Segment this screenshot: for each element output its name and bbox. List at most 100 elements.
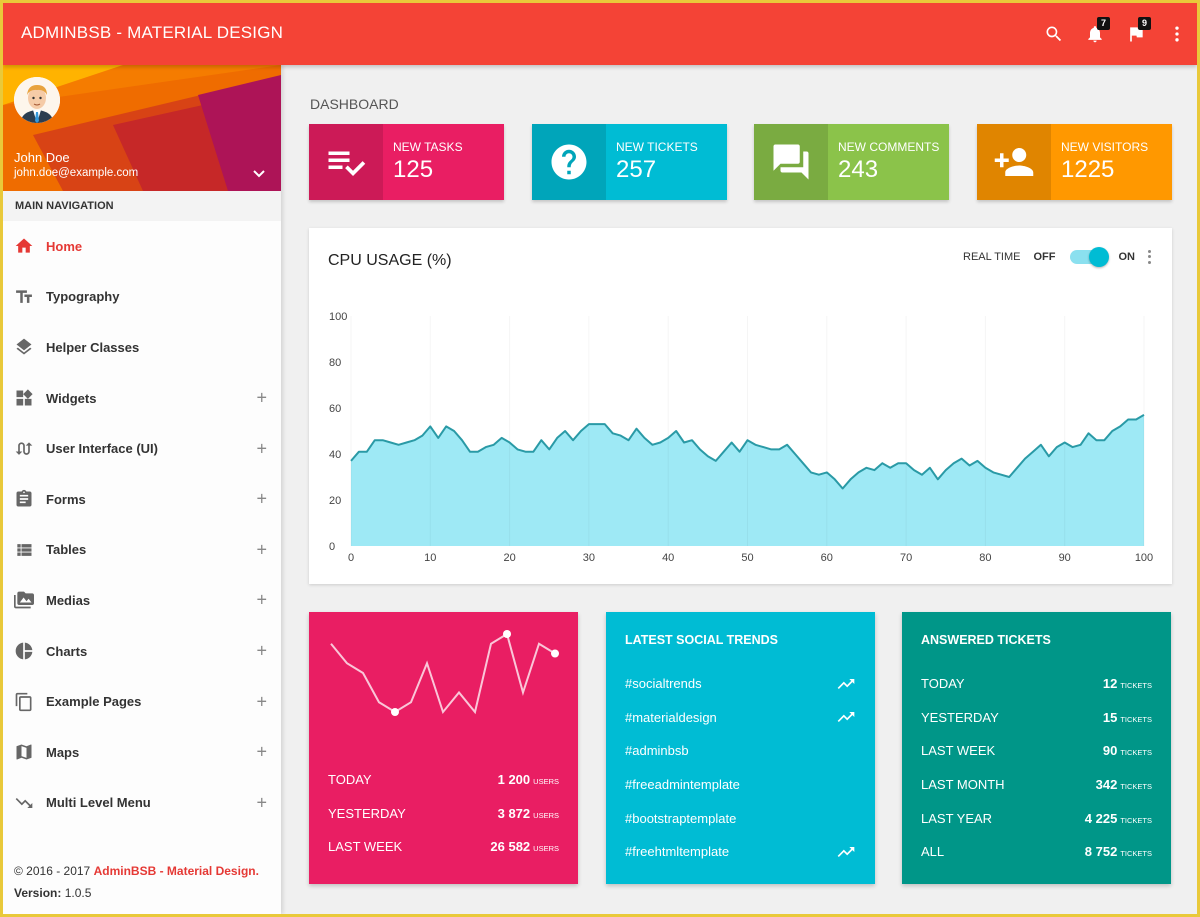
info-box-value: 1225 (1061, 156, 1115, 183)
toggle-knob[interactable] (1088, 247, 1109, 267)
tickets-stat-list: TODAY 12 TICKETS YESTERDAY 15 TICKETS LAST WEE… (921, 667, 1152, 869)
stat-value: 1 200 (497, 772, 531, 788)
x-tick-label: 50 (741, 552, 753, 564)
sidebar-item-charts[interactable]: Charts + (3, 626, 281, 677)
info-box-value: 125 (393, 156, 434, 183)
brand-title[interactable]: ADMINBSB - MATERIAL DESIGN (21, 23, 283, 43)
sidebar-item-label: Medias (46, 592, 91, 608)
sidebar-item-forms[interactable]: Forms + (3, 474, 281, 525)
swap-calls-icon (15, 442, 33, 455)
sidebar-item-maps[interactable]: Maps + (3, 727, 281, 778)
trending-up-icon (837, 846, 855, 857)
trend-item[interactable]: #adminbsb (625, 734, 856, 768)
x-tick-label: 20 (503, 552, 515, 564)
expand-icon[interactable]: + (256, 438, 267, 459)
stat-row: TODAY 12 TICKETS (921, 667, 1152, 701)
stat-value: 15 (1102, 709, 1118, 725)
trend-list: #socialtrends #materialdesign #adminbsb #fr… (625, 667, 856, 869)
user-avatar[interactable] (14, 77, 60, 123)
info-box-new-tasks[interactable]: NEW TASKS 125 (309, 124, 504, 200)
stat-unit: TICKETS (1120, 815, 1152, 825)
stat-unit: USERS (533, 777, 559, 787)
expand-icon[interactable]: + (256, 590, 267, 611)
map-icon (16, 744, 32, 760)
stat-label: TODAY (328, 772, 372, 788)
stat-value: 342 (1095, 777, 1118, 793)
sidebar-item-label: User Interface (UI) (46, 441, 158, 457)
help-icon (551, 144, 587, 180)
main-menu: Home Typography Helper Classes Widgets +… (3, 221, 281, 828)
cpu-card-title: CPU USAGE (%) (328, 252, 452, 269)
info-box-label: NEW TICKETS (616, 140, 698, 154)
widgets-icon (16, 389, 33, 406)
trend-tag: #adminbsb (625, 743, 689, 759)
x-tick-label: 70 (900, 552, 912, 564)
copyright-link[interactable]: AdminBSB - Material Design. (94, 864, 259, 878)
trending-up-icon (837, 678, 855, 689)
nav-section-header: MAIN NAVIGATION (3, 191, 281, 221)
expand-icon[interactable]: + (256, 489, 267, 510)
trend-item[interactable]: #materialdesign (625, 701, 856, 735)
trend-item[interactable]: #freehtmltemplate (625, 835, 856, 869)
info-box-label: NEW VISITORS (1061, 140, 1149, 154)
page-title: DASHBOARD (310, 96, 399, 112)
trend-item[interactable]: #freeadmintemplate (625, 768, 856, 802)
home-icon (15, 238, 33, 253)
sidebar-item-medias[interactable]: Medias + (3, 575, 281, 626)
app-frame: ADMINBSB - MATERIAL DESIGN 7 9 John Doe … (3, 3, 1197, 914)
sidebar-item-home[interactable]: Home (3, 221, 281, 272)
y-tick-label: 80 (329, 357, 341, 369)
search-button[interactable] (1033, 3, 1074, 65)
stat-value: 3 872 (497, 805, 531, 821)
sidebar-item-user-interface[interactable]: User Interface (UI) + (3, 423, 281, 474)
users-sparkline (330, 630, 559, 716)
stat-label: LAST WEEK (921, 743, 996, 759)
expand-icon[interactable]: + (256, 691, 267, 712)
stat-row: LAST MONTH 342 TICKETS (921, 768, 1152, 802)
more-vert-icon (1174, 26, 1179, 42)
info-box-new-tickets[interactable]: NEW TICKETS 257 (532, 124, 727, 200)
view-list-icon (17, 544, 32, 556)
stat-label: TODAY (921, 676, 965, 692)
expand-icon[interactable]: + (256, 641, 267, 662)
sidebar-item-multi-level-menu[interactable]: Multi Level Menu + (3, 778, 281, 829)
sidebar-item-typography[interactable]: Typography (3, 272, 281, 323)
stat-row: YESTERDAY 15 TICKETS (921, 701, 1152, 735)
info-box-new-visitors[interactable]: NEW VISITORS 1225 (977, 124, 1172, 200)
expand-icon[interactable]: + (256, 792, 267, 813)
expand-icon[interactable]: + (256, 742, 267, 763)
sidebar-item-label: Charts (46, 643, 88, 659)
info-box-new-comments[interactable]: NEW COMMENTS 243 (754, 124, 949, 200)
sparkline-point (551, 649, 559, 658)
sidebar-item-example-pages[interactable]: Example Pages + (3, 676, 281, 727)
expand-icon[interactable]: + (256, 539, 267, 560)
sidebar-item-label: Helper Classes (46, 339, 140, 355)
sidebar-item-widgets[interactable]: Widgets + (3, 373, 281, 424)
realtime-toggle[interactable] (1069, 247, 1109, 267)
playlist-check-icon (328, 151, 366, 176)
perm-media-icon (14, 592, 34, 609)
trend-item[interactable]: #bootstraptemplate (625, 801, 856, 835)
stat-value: 8 752 (1084, 844, 1118, 860)
tasks-button[interactable]: 9 (1115, 3, 1156, 65)
stat-unit: TICKETS (1120, 681, 1152, 691)
stat-row: ALL 8 752 TICKETS (921, 835, 1152, 869)
card-menu-button[interactable] (1145, 249, 1153, 265)
x-tick-label: 40 (662, 552, 674, 564)
user-menu-toggle[interactable] (251, 165, 267, 181)
info-box-value: 257 (616, 156, 657, 183)
sidebar-footer: © 2016 - 2017 AdminBSB - Material Design… (14, 864, 259, 900)
version-info: Version: 1.0.5 (14, 886, 259, 900)
sparkline-point (391, 708, 399, 716)
stat-label: ALL (921, 844, 945, 860)
notifications-button[interactable]: 7 (1074, 3, 1115, 65)
x-tick-label: 100 (1135, 552, 1153, 564)
trend-item[interactable]: #socialtrends (625, 667, 856, 701)
stat-value: 12 (1102, 676, 1118, 692)
sidebar-item-tables[interactable]: Tables + (3, 525, 281, 576)
stat-unit: USERS (533, 810, 559, 820)
expand-icon[interactable]: + (256, 388, 267, 409)
sidebar-item-helper-classes[interactable]: Helper Classes (3, 322, 281, 373)
stat-unit: TICKETS (1120, 748, 1152, 758)
more-menu-button[interactable] (1156, 3, 1197, 65)
